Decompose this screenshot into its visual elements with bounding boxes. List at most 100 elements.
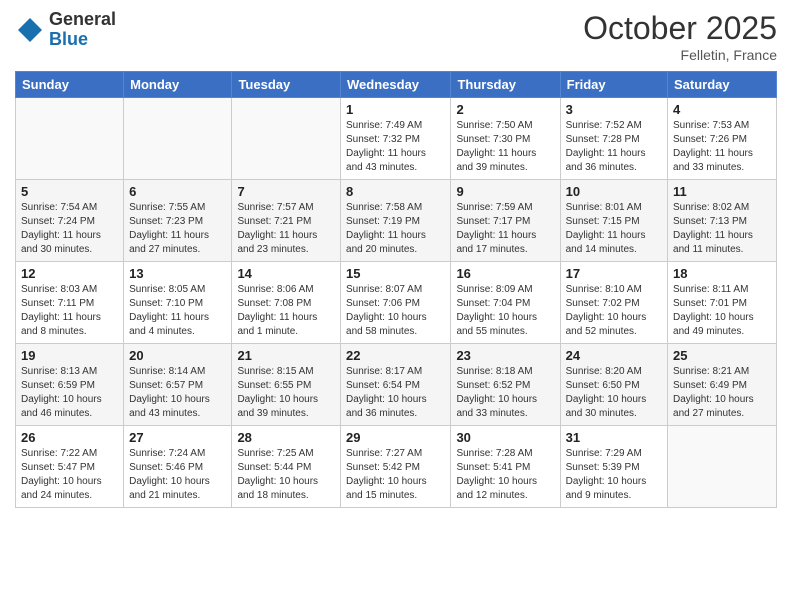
- day-number: 16: [456, 266, 554, 281]
- day-number: 9: [456, 184, 554, 199]
- calendar-cell: 8 Sunrise: 7:58 AM Sunset: 7:19 PM Daylig…: [341, 180, 451, 262]
- calendar-cell: 18Sunrise: 8:11 AM Sunset: 7:01 PM Dayli…: [668, 262, 777, 344]
- day-info: Sunrise: 7:57 AM Sunset: 7:21 PM Dayligh…: [237, 201, 335, 257]
- calendar-cell: 6Sunrise: 7:55 AM Sunset: 7:23 PM Daylig…: [124, 180, 232, 262]
- day-number: 8: [346, 184, 445, 199]
- day-info: Sunrise: 8:17 AM Sunset: 6:54 PM Dayligh…: [346, 365, 445, 421]
- day-number: 22: [346, 348, 445, 363]
- day-info: Sunrise: 8:01 AM Sunset: 7:15 PM Dayligh…: [566, 201, 662, 257]
- day-info: Sunrise: 8:05 AM Sunset: 7:10 PM Dayligh…: [129, 283, 226, 339]
- day-info: Sunrise: 8:06 AM Sunset: 7:08 PM Dayligh…: [237, 283, 335, 339]
- day-info: Sunrise: 8:03 AM Sunset: 7:11 PM Dayligh…: [21, 283, 118, 339]
- calendar-cell: 17Sunrise: 8:10 AM Sunset: 7:02 PM Dayli…: [560, 262, 667, 344]
- day-number: 25: [673, 348, 771, 363]
- day-info: Sunrise: 7:59 AM Sunset: 7:17 PM Dayligh…: [456, 201, 554, 257]
- month-title: October 2025: [583, 10, 777, 47]
- calendar-cell: 11 Sunrise: 8:02 AM Sunset: 7:13 PM Dayli…: [668, 180, 777, 262]
- day-number: 24: [566, 348, 662, 363]
- header-saturday: Saturday: [668, 72, 777, 98]
- day-number: 11: [673, 184, 771, 199]
- header-thursday: Thursday: [451, 72, 560, 98]
- calendar-cell: 9 Sunrise: 7:59 AM Sunset: 7:17 PM Daylig…: [451, 180, 560, 262]
- day-info: Sunrise: 7:22 AM Sunset: 5:47 PM Dayligh…: [21, 447, 118, 503]
- calendar-cell: 27Sunrise: 7:24 AM Sunset: 5:46 PM Dayli…: [124, 426, 232, 508]
- day-number: 23: [456, 348, 554, 363]
- day-number: 21: [237, 348, 335, 363]
- calendar-cell: [124, 98, 232, 180]
- location: Felletin, France: [583, 47, 777, 63]
- calendar-week-row: 19 Sunrise: 8:13 AM Sunset: 6:59 PM Dayli…: [16, 344, 777, 426]
- day-info: Sunrise: 7:52 AM Sunset: 7:28 PM Dayligh…: [566, 119, 662, 175]
- calendar-cell: 24 Sunrise: 8:20 AM Sunset: 6:50 PM Dayli…: [560, 344, 667, 426]
- day-info: Sunrise: 8:09 AM Sunset: 7:04 PM Dayligh…: [456, 283, 554, 339]
- day-number: 4: [673, 102, 771, 117]
- header-monday: Monday: [124, 72, 232, 98]
- calendar-cell: 23 Sunrise: 8:18 AM Sunset: 6:52 PM Dayli…: [451, 344, 560, 426]
- day-info: Sunrise: 8:14 AM Sunset: 6:57 PM Dayligh…: [129, 365, 226, 421]
- calendar-cell: 15Sunrise: 8:07 AM Sunset: 7:06 PM Dayli…: [341, 262, 451, 344]
- day-info: Sunrise: 7:29 AM Sunset: 5:39 PM Dayligh…: [566, 447, 662, 503]
- day-number: 3: [566, 102, 662, 117]
- header-sunday: Sunday: [16, 72, 124, 98]
- day-number: 17: [566, 266, 662, 281]
- calendar-cell: [668, 426, 777, 508]
- day-number: 26: [21, 430, 118, 445]
- day-number: 29: [346, 430, 445, 445]
- day-number: 2: [456, 102, 554, 117]
- calendar-cell: 13 Sunrise: 8:05 AM Sunset: 7:10 PM Dayli…: [124, 262, 232, 344]
- day-info: Sunrise: 7:53 AM Sunset: 7:26 PM Dayligh…: [673, 119, 771, 175]
- header: General Blue October 2025 Felletin, Fran…: [15, 10, 777, 63]
- calendar-cell: 4 Sunrise: 7:53 AM Sunset: 7:26 PM Daylig…: [668, 98, 777, 180]
- calendar-cell: 2 Sunrise: 7:50 AM Sunset: 7:30 PM Daylig…: [451, 98, 560, 180]
- calendar-cell: 22 Sunrise: 8:17 AM Sunset: 6:54 PM Dayli…: [341, 344, 451, 426]
- calendar-week-row: 1Sunrise: 7:49 AM Sunset: 7:32 PM Daylig…: [16, 98, 777, 180]
- calendar-cell: [232, 98, 341, 180]
- day-info: Sunrise: 8:21 AM Sunset: 6:49 PM Dayligh…: [673, 365, 771, 421]
- day-info: Sunrise: 7:49 AM Sunset: 7:32 PM Dayligh…: [346, 119, 445, 175]
- calendar-cell: 21 Sunrise: 8:15 AM Sunset: 6:55 PM Dayli…: [232, 344, 341, 426]
- day-number: 27: [129, 430, 226, 445]
- calendar-cell: 29 Sunrise: 7:27 AM Sunset: 5:42 PM Dayli…: [341, 426, 451, 508]
- day-number: 19: [21, 348, 118, 363]
- day-info: Sunrise: 7:27 AM Sunset: 5:42 PM Dayligh…: [346, 447, 445, 503]
- day-info: Sunrise: 7:50 AM Sunset: 7:30 PM Dayligh…: [456, 119, 554, 175]
- calendar-cell: 5Sunrise: 7:54 AM Sunset: 7:24 PM Daylig…: [16, 180, 124, 262]
- day-number: 30: [456, 430, 554, 445]
- calendar-cell: 12 Sunrise: 8:03 AM Sunset: 7:11 PM Dayli…: [16, 262, 124, 344]
- calendar-cell: 26 Sunrise: 7:22 AM Sunset: 5:47 PM Dayli…: [16, 426, 124, 508]
- calendar-cell: 10 Sunrise: 8:01 AM Sunset: 7:15 PM Dayli…: [560, 180, 667, 262]
- day-info: Sunrise: 8:18 AM Sunset: 6:52 PM Dayligh…: [456, 365, 554, 421]
- day-info: Sunrise: 8:20 AM Sunset: 6:50 PM Dayligh…: [566, 365, 662, 421]
- day-info: Sunrise: 7:28 AM Sunset: 5:41 PM Dayligh…: [456, 447, 554, 503]
- day-number: 14: [237, 266, 335, 281]
- day-info: Sunrise: 8:02 AM Sunset: 7:13 PM Dayligh…: [673, 201, 771, 257]
- day-info: Sunrise: 8:13 AM Sunset: 6:59 PM Dayligh…: [21, 365, 118, 421]
- calendar-cell: 25 Sunrise: 8:21 AM Sunset: 6:49 PM Dayli…: [668, 344, 777, 426]
- header-friday: Friday: [560, 72, 667, 98]
- calendar-week-row: 12 Sunrise: 8:03 AM Sunset: 7:11 PM Dayli…: [16, 262, 777, 344]
- day-info: Sunrise: 8:15 AM Sunset: 6:55 PM Dayligh…: [237, 365, 335, 421]
- logo-text: General Blue: [49, 10, 116, 50]
- calendar-week-row: 5Sunrise: 7:54 AM Sunset: 7:24 PM Daylig…: [16, 180, 777, 262]
- day-number: 31: [566, 430, 662, 445]
- day-info: Sunrise: 8:07 AM Sunset: 7:06 PM Dayligh…: [346, 283, 445, 339]
- day-info: Sunrise: 7:58 AM Sunset: 7:19 PM Dayligh…: [346, 201, 445, 257]
- day-number: 13: [129, 266, 226, 281]
- day-number: 10: [566, 184, 662, 199]
- calendar-cell: 31 Sunrise: 7:29 AM Sunset: 5:39 PM Dayli…: [560, 426, 667, 508]
- day-number: 6: [129, 184, 226, 199]
- calendar-cell: [16, 98, 124, 180]
- calendar-cell: 16 Sunrise: 8:09 AM Sunset: 7:04 PM Dayli…: [451, 262, 560, 344]
- day-number: 5: [21, 184, 118, 199]
- day-info: Sunrise: 7:25 AM Sunset: 5:44 PM Dayligh…: [237, 447, 335, 503]
- calendar-cell: 30 Sunrise: 7:28 AM Sunset: 5:41 PM Dayli…: [451, 426, 560, 508]
- calendar-cell: 19 Sunrise: 8:13 AM Sunset: 6:59 PM Dayli…: [16, 344, 124, 426]
- day-number: 18: [673, 266, 771, 281]
- calendar-cell: 20Sunrise: 8:14 AM Sunset: 6:57 PM Dayli…: [124, 344, 232, 426]
- logo-icon: [15, 15, 45, 45]
- header-tuesday: Tuesday: [232, 72, 341, 98]
- main-container: General Blue October 2025 Felletin, Fran…: [0, 0, 792, 518]
- day-number: 12: [21, 266, 118, 281]
- day-number: 28: [237, 430, 335, 445]
- calendar-week-row: 26 Sunrise: 7:22 AM Sunset: 5:47 PM Dayli…: [16, 426, 777, 508]
